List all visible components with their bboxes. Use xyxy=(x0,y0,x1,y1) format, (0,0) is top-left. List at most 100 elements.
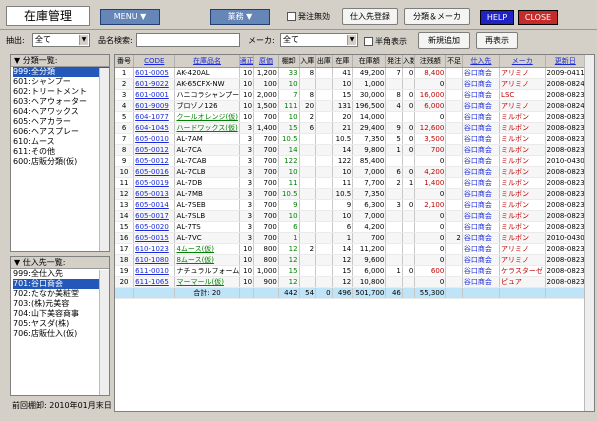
category-item[interactable]: 610:ムース xyxy=(13,137,109,147)
row-name[interactable]: AL-7AM xyxy=(174,133,240,145)
col-qty[interactable]: 入数 xyxy=(402,55,416,68)
table-row[interactable]: 16 605-0015 AL-7VC 3 700 1 1 700 0 2 谷口商会 ミルボン 2010-… xyxy=(115,232,587,244)
maker-select[interactable]: 全て ▼ xyxy=(280,33,358,47)
category-item[interactable]: 602:トリートメント xyxy=(13,87,109,97)
category-item[interactable]: 611:その他 xyxy=(13,147,109,157)
category-maker-button[interactable]: 分類＆メーカ xyxy=(404,8,470,25)
table-row[interactable]: 12 605-0013 AL-7MB 3 700 10.5 10.5 7,350 0 谷口商会 ミル… xyxy=(115,188,587,200)
row-name[interactable]: ハニコラシャンプー xyxy=(174,89,240,101)
row-name[interactable]: 4ムース(仮) xyxy=(174,243,240,255)
col-in[interactable]: 入庫 xyxy=(299,55,317,68)
add-new-button[interactable]: 新規追加 xyxy=(418,32,470,49)
row-code[interactable]: 605-0014 xyxy=(133,199,176,211)
row-code[interactable]: 605-0012 xyxy=(133,155,176,167)
menu-button[interactable]: MENU ▼ xyxy=(100,9,160,25)
business-button[interactable]: 業務 ▼ xyxy=(210,9,270,25)
category-scrollbar[interactable] xyxy=(99,68,109,251)
category-item[interactable]: 601:シャンプー xyxy=(13,77,109,87)
table-row[interactable]: 7 605-0010 AL-7AM 3 700 10.5 10.5 7,350 5 0 3,500 谷… xyxy=(115,133,587,145)
col-supplier[interactable]: 仕入先 xyxy=(462,55,501,68)
table-row[interactable]: 11 605-0019 AL-7DB 3 700 11 11 7,700 2 1 1,400 谷口商会… xyxy=(115,177,587,189)
row-name[interactable]: AL-7CAB xyxy=(174,155,240,167)
table-row[interactable]: 14 605-0017 AL-7SLB 3 700 10 10 7,000 0 谷口商会 ミルボン 2… xyxy=(115,210,587,222)
table-row[interactable]: 15 605-0020 AL-7TS 3 700 6 6 4,200 0 谷口商会 ミルボン 2008… xyxy=(115,221,587,233)
table-row[interactable]: 3 601-0001 ハニコラシャンプー 10 2,000 7 8 15 30,000 8 0 16,… xyxy=(115,89,587,101)
row-name[interactable]: AL-7SEB xyxy=(174,199,240,211)
row-code[interactable]: 601-9022 xyxy=(133,78,176,90)
table-row[interactable]: 8 605-0012 AL-7CA 3 700 14 14 9,800 1 0 700 谷口商会 ミルボ… xyxy=(115,144,587,156)
row-name[interactable]: AL-7TS xyxy=(174,221,240,233)
supplier-item[interactable]: 705:ヤスダ(株) xyxy=(13,319,109,329)
row-name[interactable]: 8ムース(仮) xyxy=(174,254,240,266)
col-order[interactable]: 発注 xyxy=(385,55,403,68)
table-row[interactable]: 6 604-1045 ハードワックス(仮) 3 1,400 15 6 21 29,400 9 0 12… xyxy=(115,122,587,134)
row-name[interactable]: ブロゾノ126 xyxy=(174,100,240,112)
category-item[interactable]: 606:ヘアスプレー xyxy=(13,127,109,137)
supplier-item[interactable]: 704:山下美容商事 xyxy=(13,309,109,319)
row-name[interactable]: AL-7CLB xyxy=(174,166,240,178)
row-name[interactable]: ナチュラルフォーム xyxy=(174,265,240,277)
category-item[interactable]: 999:全分類 xyxy=(13,67,109,77)
col-number[interactable]: 番号 xyxy=(115,55,135,68)
supplier-item[interactable]: 702:たなか美粧堂 xyxy=(13,289,109,299)
category-item[interactable]: 604:ヘアワックス xyxy=(13,107,109,117)
table-row[interactable]: 4 601-9009 ブロゾノ126 10 1,500 111 20 131 196,500 4 0… xyxy=(115,100,587,112)
row-code[interactable]: 605-0020 xyxy=(133,221,176,233)
row-name[interactable]: AK-420AL xyxy=(174,67,240,79)
supplier-item[interactable]: 706:店販仕入(仮) xyxy=(13,329,109,339)
row-code[interactable]: 604-1045 xyxy=(133,122,176,134)
category-item[interactable]: 603:ヘアウォーター xyxy=(13,97,109,107)
category-item[interactable]: 605:ヘアカラー xyxy=(13,117,109,127)
col-stocktake[interactable]: 棚卸 xyxy=(278,55,300,68)
row-code[interactable]: 610-1023 xyxy=(133,243,176,255)
row-code[interactable]: 605-0019 xyxy=(133,177,176,189)
table-row[interactable]: 19 611-0010 ナチュラルフォーム 10 1,000 15 15 6,000 1 0 600… xyxy=(115,265,587,277)
col-remaining[interactable]: 注残額 xyxy=(414,55,447,68)
row-name[interactable]: AL-7MB xyxy=(174,188,240,200)
table-row[interactable]: 5 604-1077 クールオレンジ(仮) 10 700 10 2 20 14,000 0 谷口商会… xyxy=(115,111,587,123)
row-code[interactable]: 601-0005 xyxy=(133,67,176,79)
grid-scrollbar[interactable] xyxy=(584,55,594,411)
row-name[interactable]: AL-7CA xyxy=(174,144,240,156)
row-name[interactable]: マーマール(仮) xyxy=(174,276,240,288)
row-code[interactable]: 605-0016 xyxy=(133,166,176,178)
redisplay-button[interactable]: 再表示 xyxy=(476,32,518,49)
row-code[interactable]: 605-0017 xyxy=(133,210,176,222)
supplier-register-button[interactable]: 仕入先登録 xyxy=(342,8,398,25)
table-row[interactable]: 17 610-1023 4ムース(仮) 10 800 12 2 14 11,200 0 谷口商会 アリ… xyxy=(115,243,587,255)
col-updated[interactable]: 更新日 xyxy=(545,55,587,68)
supplier-item[interactable]: 999:全仕入先 xyxy=(13,269,109,279)
row-code[interactable]: 605-0010 xyxy=(133,133,176,145)
table-row[interactable]: 18 610-1080 8ムース(仮) 10 800 12 12 9,600 0 谷口商会 アリミノ… xyxy=(115,254,587,266)
col-maker[interactable]: メーカ xyxy=(499,55,546,68)
table-row[interactable]: 13 605-0014 AL-7SEB 3 700 9 9 6,300 3 0 2,100 谷口商会ミ… xyxy=(115,199,587,211)
supplier-item[interactable]: 701:谷口商会 xyxy=(13,279,109,289)
row-code[interactable]: 605-0015 xyxy=(133,232,176,244)
row-name[interactable]: AL-7VC xyxy=(174,232,240,244)
col-proper[interactable]: 適正 xyxy=(239,55,255,68)
half-width-checkbox[interactable] xyxy=(364,37,373,46)
table-row[interactable]: 1 601-0005 AK-420AL 10 1,200 33 8 41 49,200 7 0 8,4… xyxy=(115,67,587,79)
table-row[interactable]: 10 605-0016 AL-7CLB 3 700 10 10 7,000 6 0 4,200 谷口商… xyxy=(115,166,587,178)
row-code[interactable]: 601-0001 xyxy=(133,89,176,101)
row-code[interactable]: 611-0010 xyxy=(133,265,176,277)
col-cost[interactable]: 原価 xyxy=(253,55,279,68)
order-disable-checkbox[interactable] xyxy=(287,12,296,21)
row-name[interactable]: AL-7DB xyxy=(174,177,240,189)
col-out[interactable]: 出庫 xyxy=(315,55,333,68)
table-row[interactable]: 2 601-9022 AK-65CFX-NW 10 100 10 10 1,000 0 谷口商会ア… xyxy=(115,78,587,90)
col-code[interactable]: CODE xyxy=(133,55,176,68)
row-code[interactable]: 605-0012 xyxy=(133,144,176,156)
table-row[interactable]: 20 611-1065 マーマール(仮) 10 900 12 12 10,800 0 谷口商会 ピュ… xyxy=(115,276,587,288)
row-name[interactable]: ハードワックス(仮) xyxy=(174,122,240,134)
row-code[interactable]: 611-1065 xyxy=(133,276,176,288)
row-name[interactable]: クールオレンジ(仮) xyxy=(174,111,240,123)
col-name[interactable]: 在庫品名 xyxy=(174,55,240,68)
half-width-toggle[interactable]: 半角表示 xyxy=(364,36,407,47)
col-stock-amount[interactable]: 在庫額 xyxy=(352,55,387,68)
row-code[interactable]: 610-1080 xyxy=(133,254,176,266)
col-stock[interactable]: 在庫 xyxy=(332,55,354,68)
order-disable-toggle[interactable]: 発注無効 xyxy=(287,11,330,22)
search-input[interactable] xyxy=(136,33,240,47)
close-button[interactable]: CLOSE xyxy=(518,10,558,25)
